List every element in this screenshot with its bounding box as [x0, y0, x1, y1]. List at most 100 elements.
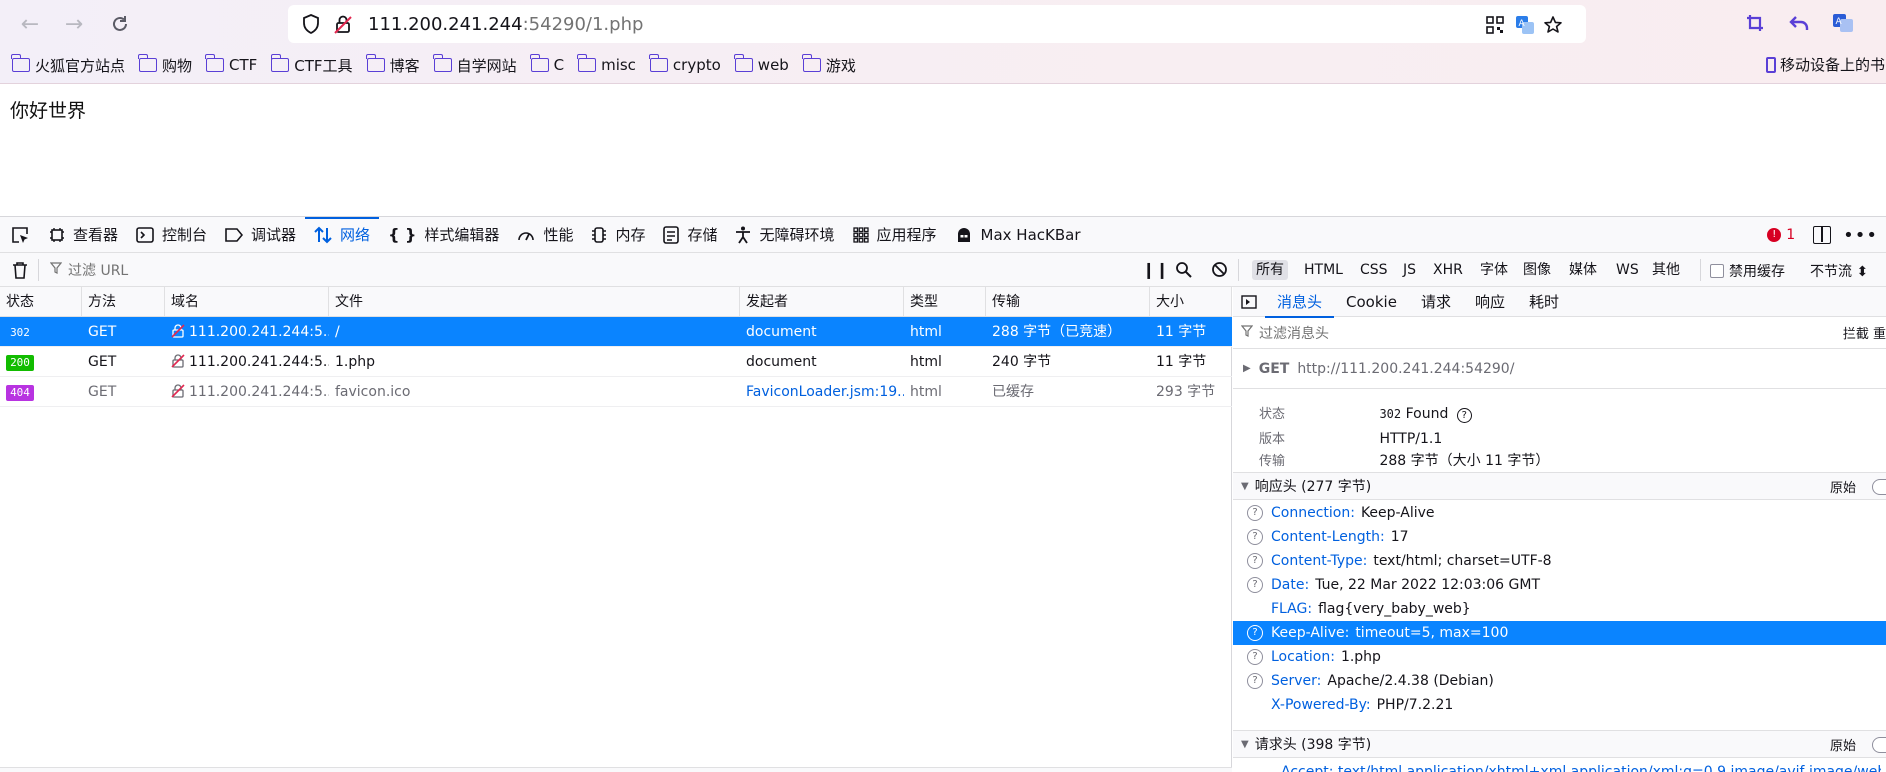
header-actions[interactable]: 拦截 重 [1843, 323, 1886, 342]
column-header[interactable]: 文件 [329, 287, 740, 317]
devtools-tab-hackbar[interactable]: Max HacKBar [946, 217, 1090, 253]
type-filter-button[interactable]: 字体 [1476, 260, 1512, 280]
translate-icon[interactable]: A [1514, 14, 1536, 36]
bookmark-folder[interactable]: misc [577, 54, 636, 74]
header-help-icon[interactable]: ? [1247, 505, 1263, 521]
bookmark-folder[interactable]: 购物 [138, 54, 192, 76]
devtools-tab-inspector[interactable]: 查看器 [40, 217, 127, 253]
back-button[interactable]: ← [16, 10, 44, 38]
throttle-select[interactable]: 不节流 ⬍ [1810, 261, 1868, 281]
type-filter-button[interactable]: 图像 [1519, 260, 1555, 280]
column-header[interactable]: 域名 [165, 287, 329, 317]
tracking-shield-icon[interactable] [300, 13, 322, 35]
details-tab[interactable]: 耗时 [1517, 287, 1571, 317]
devtools-tab-storage[interactable]: 存储 [654, 217, 726, 253]
bookmark-folder[interactable]: crypto [649, 54, 721, 74]
request-headers-section[interactable]: ▼ 请求头 (398 字节) 原始 [1233, 730, 1886, 758]
header-help-icon[interactable]: ? [1247, 673, 1263, 689]
raw-toggle-switch[interactable] [1872, 479, 1886, 495]
disable-cache-checkbox[interactable]: 禁用缓存 [1710, 261, 1785, 281]
details-tab[interactable]: 消息头 [1265, 287, 1335, 318]
type-filter-button[interactable]: 所有 [1252, 260, 1288, 280]
devtools-tab-network[interactable]: 网络 [305, 216, 380, 253]
devtools-tab-accessibility[interactable]: 无障碍环境 [726, 217, 843, 253]
details-tab[interactable]: 请求 [1409, 287, 1463, 317]
column-header[interactable]: 发起者 [740, 287, 904, 317]
type-filter-button[interactable]: 媒体 [1565, 260, 1601, 280]
status-badge: 302 [10, 326, 30, 339]
type-filter-button[interactable]: XHR [1429, 260, 1467, 280]
bookmark-folder[interactable]: CTF [205, 54, 257, 74]
devtools-tab-debugger[interactable]: 调试器 [216, 217, 305, 253]
bookmark-folder[interactable]: 游戏 [802, 54, 856, 76]
response-headers-section[interactable]: ▼ 响应头 (277 字节) 原始 [1233, 472, 1886, 500]
devtools-tab-application[interactable]: 应用程序 [844, 217, 946, 253]
request-line[interactable]: ▶ GET http://111.200.241.244:54290/ [1233, 349, 1886, 389]
column-header[interactable]: 传输 [986, 287, 1150, 317]
undo-button[interactable] [1786, 10, 1812, 36]
type-filter-button[interactable]: HTML [1300, 260, 1347, 280]
checkbox-box[interactable] [1710, 264, 1724, 278]
type-filter-button[interactable]: CSS [1356, 260, 1392, 280]
response-header-row[interactable]: ? Date: Tue, 22 Mar 2022 12:03:06 GMT [1233, 573, 1886, 597]
header-help-icon[interactable]: ? [1247, 649, 1263, 665]
type-filter-button[interactable]: 其他 [1648, 260, 1684, 280]
type-filter-button[interactable]: JS [1399, 260, 1420, 280]
header-help-icon[interactable]: ? [1247, 577, 1263, 593]
table-row[interactable]: 302 GET 111.200.241.244:5... / document html 2… [0, 317, 1232, 347]
response-header-row[interactable]: ? Content-Type: text/html; charset=UTF-8 [1233, 549, 1886, 573]
bookmark-folder[interactable]: web [734, 54, 789, 74]
devtools-tab-console[interactable]: 控制台 [127, 217, 216, 253]
header-help-icon[interactable]: ? [1247, 625, 1263, 641]
response-header-row[interactable]: FLAG: flag{very_baby_web} [1233, 597, 1886, 621]
clear-requests-trash-icon[interactable] [12, 261, 28, 283]
bookmark-folder[interactable]: 博客 [365, 54, 420, 76]
column-header[interactable]: 类型 [904, 287, 986, 317]
column-header[interactable]: 大小 [1150, 287, 1232, 317]
mobile-bookmarks[interactable]: 移动设备上的书 [1766, 54, 1885, 75]
column-header[interactable]: 状态 [0, 287, 82, 317]
insecure-lock-icon[interactable] [332, 13, 354, 35]
header-help-icon[interactable]: ? [1247, 553, 1263, 569]
devtools-tab-style-editor[interactable]: { } 样式编辑器 [379, 217, 508, 253]
table-row[interactable]: 200 GET 111.200.241.244:5... 1.php document h… [0, 347, 1232, 377]
crop-screenshot-button[interactable] [1742, 10, 1768, 36]
dock-toggle-icon[interactable] [1813, 226, 1832, 244]
search-icon[interactable] [1175, 261, 1192, 282]
column-header[interactable]: 方法 [82, 287, 165, 317]
table-row[interactable]: 404 GET 111.200.241.244:5... favicon.ico Fav… [0, 377, 1232, 407]
more-options-icon[interactable]: ••• [1843, 225, 1878, 246]
bookmark-folder[interactable]: 自学网站 [432, 54, 517, 76]
qr-code-icon[interactable] [1484, 14, 1506, 36]
raw-toggle-switch[interactable] [1872, 737, 1886, 753]
filter-url-input[interactable]: 过滤 URL [49, 259, 128, 281]
bookmark-folder[interactable]: 火狐官方站点 [11, 54, 125, 76]
response-header-row[interactable]: X-Powered-By: PHP/7.2.21 [1233, 693, 1886, 717]
header-filter-input[interactable]: 过滤消息头 拦截 重 [1233, 317, 1886, 349]
response-header-row[interactable]: ? Server: Apache/2.4.38 (Debian) [1233, 669, 1886, 693]
error-badge[interactable]: ! 1 [1767, 227, 1795, 243]
devtools-tab-memory[interactable]: 内存 [582, 217, 654, 253]
response-header-row[interactable]: ? Content-Length: 17 [1233, 525, 1886, 549]
reload-button[interactable] [106, 10, 134, 38]
response-header-row[interactable]: ? Connection: Keep-Alive [1233, 501, 1886, 525]
element-picker-button[interactable] [0, 217, 40, 253]
url-bar[interactable]: 111.200.241.244:54290/1.php A [288, 5, 1586, 43]
type-filter-button[interactable]: WS [1612, 260, 1643, 280]
details-tab[interactable]: Cookie [1334, 287, 1409, 317]
details-collapse-icon[interactable] [1241, 294, 1257, 309]
forward-button[interactable]: → [60, 10, 88, 38]
response-header-row[interactable]: ? Keep-Alive: timeout=5, max=100 [1233, 621, 1886, 645]
status-help-icon[interactable]: ? [1456, 408, 1472, 423]
block-requests-icon[interactable] [1211, 261, 1228, 282]
pause-recording-icon[interactable]: ❙❙ [1142, 260, 1169, 279]
devtools-tab-performance[interactable]: 性能 [508, 217, 582, 253]
response-header-row[interactable]: ? Location: 1.php [1233, 645, 1886, 669]
bookmark-folder[interactable]: CTF工具 [270, 54, 353, 76]
bookmark-star-icon[interactable] [1542, 14, 1564, 36]
details-tab[interactable]: 响应 [1463, 287, 1517, 317]
translate-extension-button[interactable]: A [1830, 10, 1856, 36]
bookmark-folder[interactable]: C [529, 54, 564, 74]
header-help-icon[interactable]: ? [1247, 529, 1263, 545]
url-text[interactable]: 111.200.241.244:54290/1.php [368, 14, 643, 35]
